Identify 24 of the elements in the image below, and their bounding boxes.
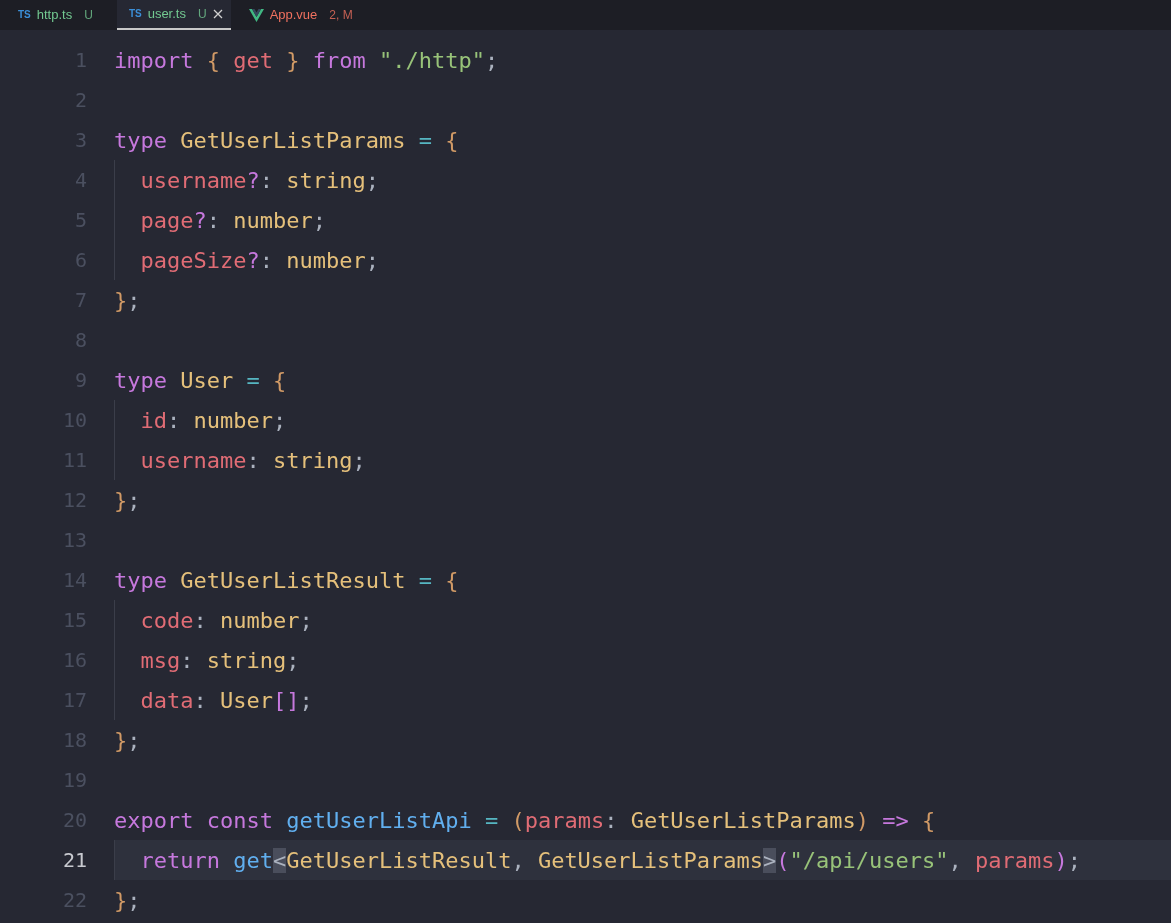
code-line: id: number; bbox=[140, 406, 287, 435]
code-line: }; bbox=[114, 886, 141, 915]
typescript-file-icon: TS bbox=[128, 9, 142, 19]
code-line: username?: string; bbox=[140, 166, 379, 195]
close-icon[interactable] bbox=[212, 9, 223, 19]
code-line: data: User[]; bbox=[140, 686, 313, 715]
line-number: 21 bbox=[61, 847, 87, 874]
code-line: }; bbox=[114, 726, 141, 755]
code-line: msg: string; bbox=[140, 646, 300, 675]
editor-tab[interactable]: TS user.ts U bbox=[116, 0, 231, 30]
typescript-file-icon: TS bbox=[18, 10, 31, 20]
code-line: page?: number; bbox=[140, 206, 326, 235]
code-line: import { get } from "./http"; bbox=[114, 46, 499, 75]
code-line: code: number; bbox=[140, 606, 313, 635]
code-line: }; bbox=[114, 286, 141, 315]
code-line: export const getUserListApi = (params: GetUserListParams) => { bbox=[114, 806, 936, 835]
code-line: type User = { bbox=[114, 366, 287, 395]
code-line: return get<GetUserListResult, GetUserListParams>("/api/users", params); bbox=[140, 846, 1081, 875]
code-line: type GetUserListResult = { bbox=[114, 566, 459, 595]
code-line: username: string; bbox=[140, 446, 366, 475]
vue-file-icon bbox=[248, 8, 264, 22]
code-line: }; bbox=[114, 486, 141, 515]
code-line: pageSize?: number; bbox=[140, 246, 379, 275]
code-line: type GetUserListParams = { bbox=[114, 126, 459, 155]
